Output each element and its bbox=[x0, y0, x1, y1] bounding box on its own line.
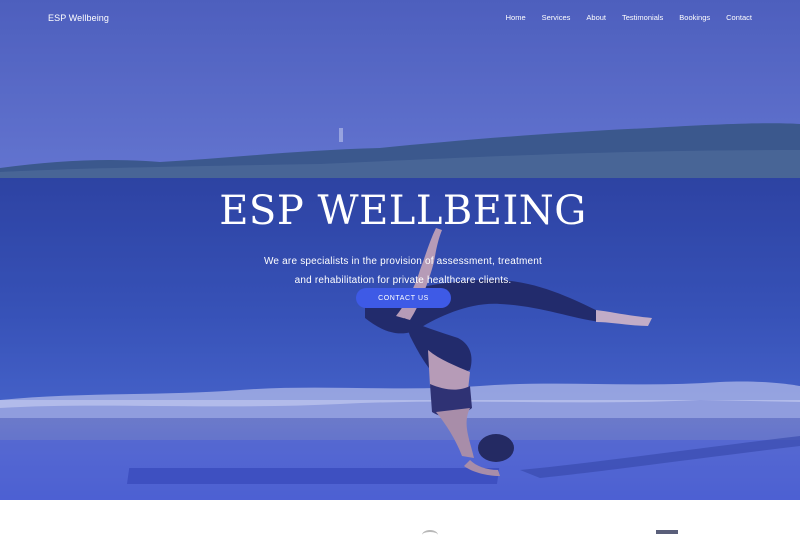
hero-color-overlay bbox=[0, 0, 800, 500]
next-section bbox=[0, 500, 800, 533]
top-navigation: ESP Wellbeing Home Services About Testim… bbox=[0, 0, 800, 38]
nav-link-contact[interactable]: Contact bbox=[726, 13, 752, 22]
hero-section: ESP Wellbeing Home Services About Testim… bbox=[0, 0, 800, 500]
section-icon-partial bbox=[422, 530, 438, 540]
site-logo-text[interactable]: ESP Wellbeing bbox=[48, 13, 109, 23]
hero-subtitle-line-1: We are specialists in the provision of a… bbox=[263, 256, 543, 267]
nav-link-services[interactable]: Services bbox=[542, 13, 571, 22]
hero-title: ESP WELLBEING bbox=[219, 188, 587, 234]
nav-link-testimonials[interactable]: Testimonials bbox=[622, 13, 663, 22]
hero-subtitle: We are specialists in the provision of a… bbox=[0, 252, 800, 290]
nav-link-bookings[interactable]: Bookings bbox=[679, 13, 710, 22]
contact-us-button[interactable]: CONTACT US bbox=[356, 288, 451, 308]
nav-menu: Home Services About Testimonials Booking… bbox=[506, 13, 752, 22]
nav-link-home[interactable]: Home bbox=[506, 13, 526, 22]
nav-link-about[interactable]: About bbox=[586, 13, 606, 22]
section-icon-partial-2 bbox=[656, 530, 678, 534]
